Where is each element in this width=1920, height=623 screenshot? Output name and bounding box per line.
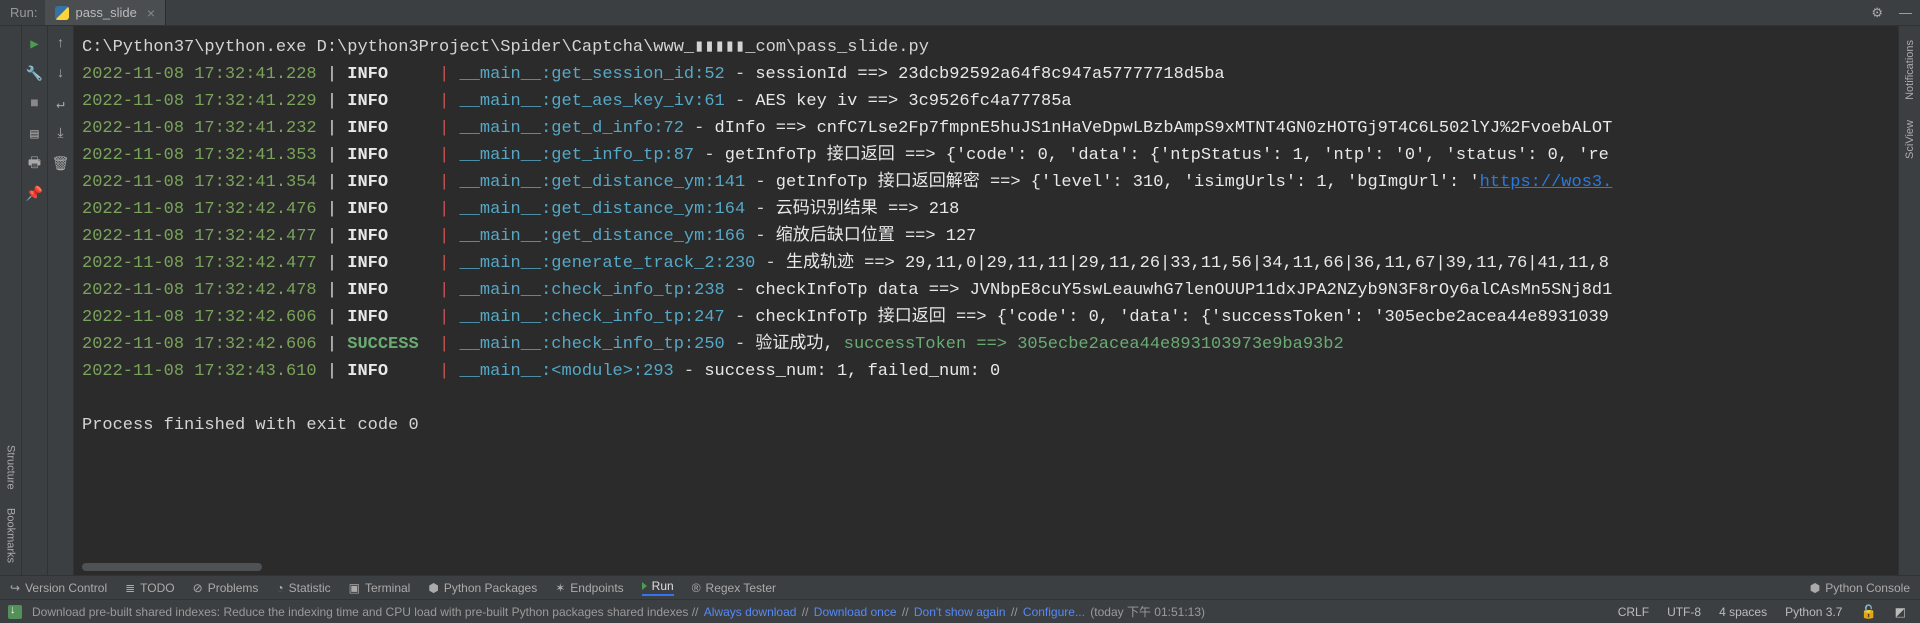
bottom-tool-bar: ↪ Version Control ≣ TODO ⊘ Problems ◔ St… [0,575,1920,599]
run-gutter: ▶ 🔧 ■ ▤ 🖶 📌 ↑ ↓ ↵ ⤓ 🗑 [22,26,74,575]
soft-wrap-icon[interactable]: ↵ [51,94,71,114]
tool-run[interactable]: Run [642,579,674,596]
scroll-to-end-icon[interactable]: ⤓ [51,124,71,144]
lock-icon[interactable]: 🔓 [1860,604,1876,620]
tab-sciview[interactable]: SciView [1904,120,1916,159]
download-icon[interactable] [8,605,22,619]
tab-bookmarks[interactable]: Bookmarks [5,508,17,563]
tool-version-control[interactable]: ↪ Version Control [10,581,107,595]
link-download-once[interactable]: Download once [814,605,897,619]
tool-problems[interactable]: ⊘ Problems [193,581,259,595]
tool-endpoints[interactable]: ✶ Endpoints [555,581,623,595]
status-line-sep[interactable]: CRLF [1618,605,1649,619]
status-encoding[interactable]: UTF-8 [1667,605,1701,619]
run-config-name: pass_slide [75,5,136,20]
wrench-icon[interactable]: 🔧 [25,64,45,84]
console-output[interactable]: C:\Python37\python.exe D:\python3Project… [74,26,1898,439]
clear-icon[interactable]: 🗑 [51,154,71,174]
tool-regex-tester[interactable]: ® Regex Tester [692,581,776,595]
right-tool-tabs: Notifications SciView [1898,26,1920,575]
status-indent[interactable]: 4 spaces [1719,605,1767,619]
tool-python-console[interactable]: ⬢ Python Console [1810,581,1910,595]
main-panel: Structure Bookmarks ▶ 🔧 ■ ▤ 🖶 📌 ↑ ↓ ↵ ⤓ … [0,26,1920,575]
minimize-icon[interactable]: — [1891,5,1920,20]
tool-todo[interactable]: ≣ TODO [125,581,175,595]
link-always-download[interactable]: Always download [704,605,797,619]
tab-notifications[interactable]: Notifications [1904,40,1916,100]
horizontal-scrollbar[interactable] [82,563,262,571]
python-icon [55,6,69,20]
run-config-tab[interactable]: pass_slide × [45,0,166,25]
link-configure[interactable]: Configure... [1023,605,1085,619]
tool-statistic[interactable]: ◔ Statistic [276,581,330,595]
down-arrow-icon[interactable]: ↓ [51,64,71,84]
layout-icon[interactable]: ▤ [25,124,45,144]
stop-icon[interactable]: ■ [25,94,45,114]
run-label: Run: [0,5,45,20]
console-wrap: C:\Python37\python.exe D:\python3Project… [74,26,1898,575]
pin-icon[interactable]: 📌 [25,184,45,204]
tool-python-packages[interactable]: ⬢ Python Packages [428,581,537,595]
run-header: Run: pass_slide × ⚙ — [0,0,1920,26]
print-icon[interactable]: 🖶 [25,154,45,174]
status-bar: Download pre-built shared indexes: Reduc… [0,599,1920,623]
tool-terminal[interactable]: ▣ Terminal [349,581,411,595]
left-tool-tabs: Structure Bookmarks [0,26,22,575]
up-arrow-icon[interactable]: ↑ [51,34,71,54]
close-tab-icon[interactable]: × [147,5,155,21]
link-dont-show[interactable]: Don't show again [914,605,1006,619]
play-icon [642,582,647,590]
tab-structure[interactable]: Structure [5,445,17,490]
status-message: Download pre-built shared indexes: Reduc… [32,603,1205,620]
inspector-icon[interactable]: ◩ [1895,605,1906,619]
rerun-icon[interactable]: ▶ [25,34,45,54]
status-interpreter[interactable]: Python 3.7 [1785,605,1842,619]
settings-gear-icon[interactable]: ⚙ [1863,5,1891,21]
